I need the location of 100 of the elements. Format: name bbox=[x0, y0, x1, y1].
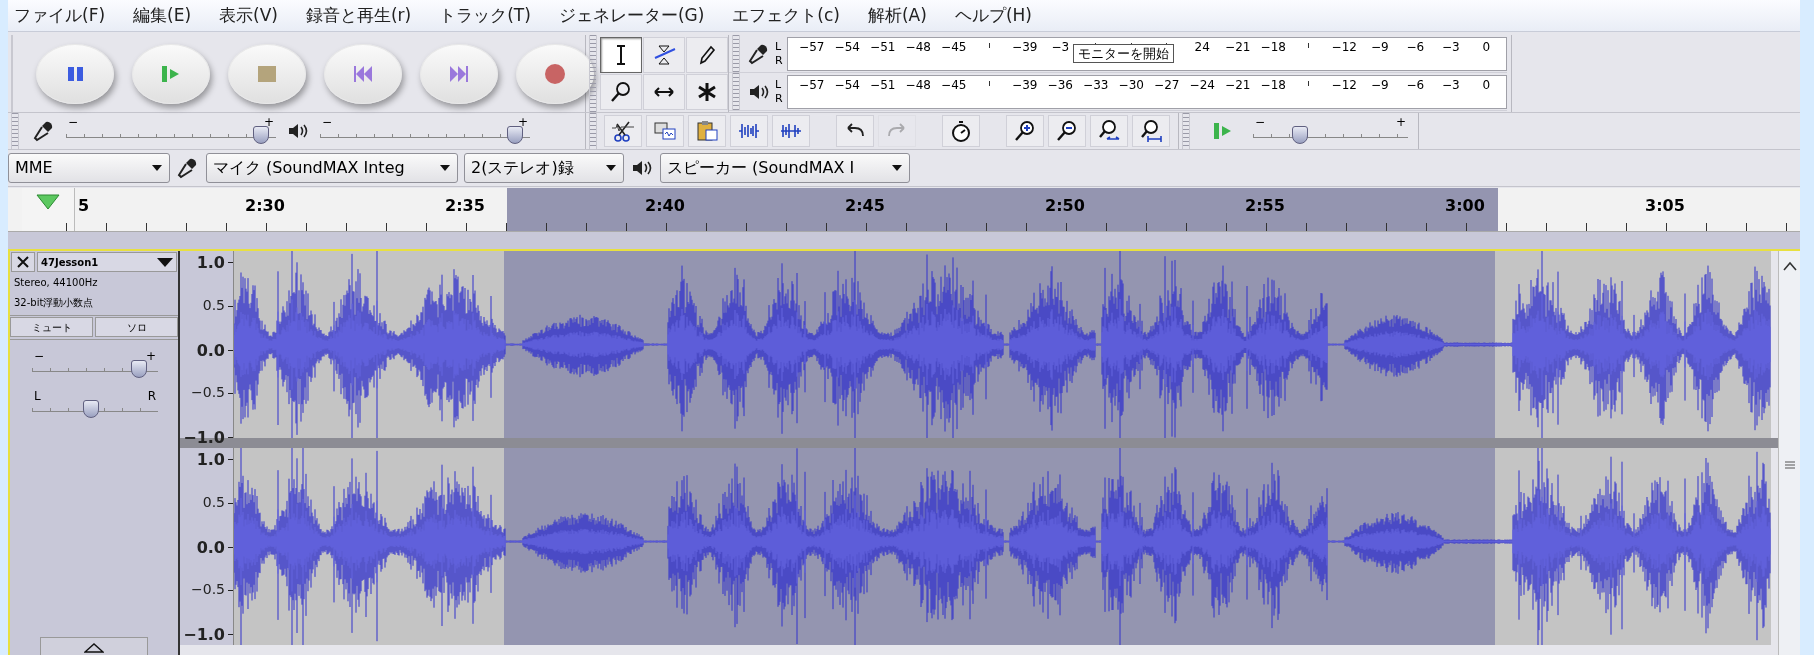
clipboard-button[interactable] bbox=[688, 115, 726, 147]
toolbar-grip[interactable] bbox=[1182, 113, 1190, 149]
menu-item[interactable]: 録音と再生(r) bbox=[305, 2, 412, 29]
zoom-out-button[interactable] bbox=[1048, 115, 1086, 147]
collapse-track-button[interactable] bbox=[40, 637, 148, 655]
volume-slider-thumb[interactable] bbox=[507, 126, 524, 144]
scroll-grip-icon bbox=[1784, 461, 1795, 469]
toolbar-grip[interactable] bbox=[732, 35, 740, 72]
menu-item[interactable]: 解析(A) bbox=[867, 2, 927, 29]
undo-button[interactable] bbox=[836, 115, 874, 147]
scale-label: −24 bbox=[1189, 77, 1215, 92]
scale-label: −48 bbox=[905, 39, 931, 54]
toolbar-grip[interactable] bbox=[589, 113, 597, 149]
scale-label: −51 bbox=[870, 39, 896, 54]
scale-label: 0 bbox=[1482, 39, 1491, 54]
toolbar-grip[interactable] bbox=[589, 35, 597, 112]
scale-label: −1.0 bbox=[183, 624, 225, 646]
zoom-fit-selection-button[interactable] bbox=[1090, 115, 1128, 147]
gain-slider-thumb[interactable] bbox=[131, 360, 148, 378]
scale-label: −3 bbox=[1051, 39, 1070, 54]
copy-button[interactable] bbox=[646, 115, 684, 147]
time-label: 5 bbox=[78, 195, 90, 217]
track-info: 32-bit浮動小数点 bbox=[13, 296, 95, 310]
triangle-icon bbox=[84, 643, 104, 653]
scale-label: −0.5 bbox=[191, 580, 225, 600]
zoom-out-icon bbox=[1055, 119, 1079, 143]
slider-min-label: − bbox=[34, 350, 45, 362]
skip-to-end-button[interactable] bbox=[420, 43, 498, 104]
slider-min-label: − bbox=[322, 116, 333, 128]
scale-label: −6 bbox=[1406, 39, 1425, 54]
slider-min-label: L bbox=[34, 390, 41, 402]
stopwatch-button[interactable] bbox=[942, 115, 980, 147]
silence-button[interactable] bbox=[772, 115, 810, 147]
scale-label: −39 bbox=[1012, 39, 1038, 54]
track-toggle-button[interactable]: ミュート bbox=[10, 317, 93, 337]
scale-label: −12 bbox=[1331, 77, 1357, 92]
menu-item[interactable]: 編集(E) bbox=[133, 2, 192, 29]
scissors-button[interactable] bbox=[604, 115, 642, 147]
menu-item[interactable]: ファイル(F) bbox=[14, 2, 106, 29]
level-meter[interactable]: −57 −54 −51 −48 −45 −39 −3 モニターを開始 24 −21 −18 −12 −9 −6 −3 0 bbox=[787, 36, 1507, 71]
record-button[interactable] bbox=[516, 43, 594, 104]
zoom-fit-project-button[interactable] bbox=[1132, 115, 1170, 147]
tool-button[interactable] bbox=[600, 37, 642, 73]
slider-max-label: + bbox=[1395, 116, 1406, 128]
vertical-scrollbar[interactable] bbox=[1778, 251, 1800, 655]
channel-label: R bbox=[775, 53, 784, 68]
scale-label: −39 bbox=[1012, 77, 1038, 92]
scale-label: −6 bbox=[1406, 77, 1425, 92]
scale-label: −54 bbox=[834, 39, 860, 54]
scale-label: 0.0 bbox=[196, 339, 225, 362]
pause-button[interactable] bbox=[36, 43, 114, 104]
device-dropdown[interactable]: MME bbox=[8, 153, 170, 183]
scroll-up-icon bbox=[1782, 261, 1797, 271]
toolbar-grip[interactable] bbox=[732, 73, 740, 110]
menu-item[interactable]: 表示(V) bbox=[219, 2, 278, 29]
time-label: 2:50 bbox=[1045, 195, 1085, 217]
scale-label: −21 bbox=[1225, 39, 1251, 54]
magnifier-icon bbox=[609, 80, 633, 104]
dropdown-caret-icon bbox=[891, 164, 903, 172]
zoom-fit-selection-icon bbox=[1097, 119, 1121, 143]
scale-label: −3 bbox=[1441, 77, 1460, 92]
speed-slider-thumb[interactable] bbox=[1291, 126, 1308, 144]
scale-label: −36 bbox=[1047, 77, 1073, 92]
menu-item[interactable]: エフェクト(c) bbox=[732, 2, 840, 29]
scale-label: −57 bbox=[799, 77, 825, 92]
play-button[interactable] bbox=[132, 43, 210, 104]
device-dropdown[interactable]: 2(ステレオ)録 bbox=[464, 153, 624, 183]
level-meter[interactable]: −57 −54 −51 −48 −45 −39 −36 −33 −30 −27 −24 −21 −18 −12 −9 −6 −3 0 bbox=[787, 74, 1507, 109]
slider-max-label: R bbox=[147, 390, 156, 402]
slider-min-label: − bbox=[68, 116, 79, 128]
toolbar-grip[interactable] bbox=[11, 113, 19, 149]
menu-item[interactable]: ジェネレーター(G) bbox=[558, 2, 705, 29]
scale-label: −57 bbox=[799, 39, 825, 54]
scale-label: 0.5 bbox=[202, 492, 225, 512]
tooltip: モニターを開始 bbox=[1073, 43, 1174, 63]
scissors-icon bbox=[611, 119, 635, 143]
triangle-icon bbox=[36, 194, 60, 210]
dropdown-caret-icon bbox=[157, 257, 173, 267]
scale-label: −45 bbox=[941, 39, 967, 54]
time-label: 2:40 bbox=[645, 195, 685, 217]
scale-label: −33 bbox=[1083, 77, 1109, 92]
device-dropdown[interactable]: スピーカー (SoundMAX I bbox=[660, 153, 910, 183]
device-dropdown[interactable]: マイク (SoundMAX Integ bbox=[206, 153, 458, 183]
pan-slider-thumb[interactable] bbox=[83, 400, 100, 418]
track-toggle-button[interactable]: ソロ bbox=[95, 317, 178, 337]
close-track-button[interactable] bbox=[11, 252, 35, 272]
scale-label: 24 bbox=[1194, 39, 1210, 54]
skip-to-start-button[interactable] bbox=[324, 43, 402, 104]
track-info: Stereo, 44100Hz bbox=[13, 276, 99, 290]
track-name-menu[interactable]: 47Jesson1 bbox=[37, 252, 177, 272]
trim-button[interactable] bbox=[730, 115, 768, 147]
menu-item[interactable]: トラック(T) bbox=[439, 2, 531, 29]
zoom-in-button[interactable] bbox=[1006, 115, 1044, 147]
scale-label: −18 bbox=[1260, 77, 1286, 92]
slider-max-label: + bbox=[517, 116, 528, 128]
volume-slider-thumb[interactable] bbox=[253, 126, 270, 144]
record-icon bbox=[543, 61, 567, 86]
dropdown-caret-icon bbox=[151, 164, 163, 172]
menu-item[interactable]: ヘルプ(H) bbox=[954, 2, 1032, 29]
time-label: 2:30 bbox=[245, 195, 285, 217]
